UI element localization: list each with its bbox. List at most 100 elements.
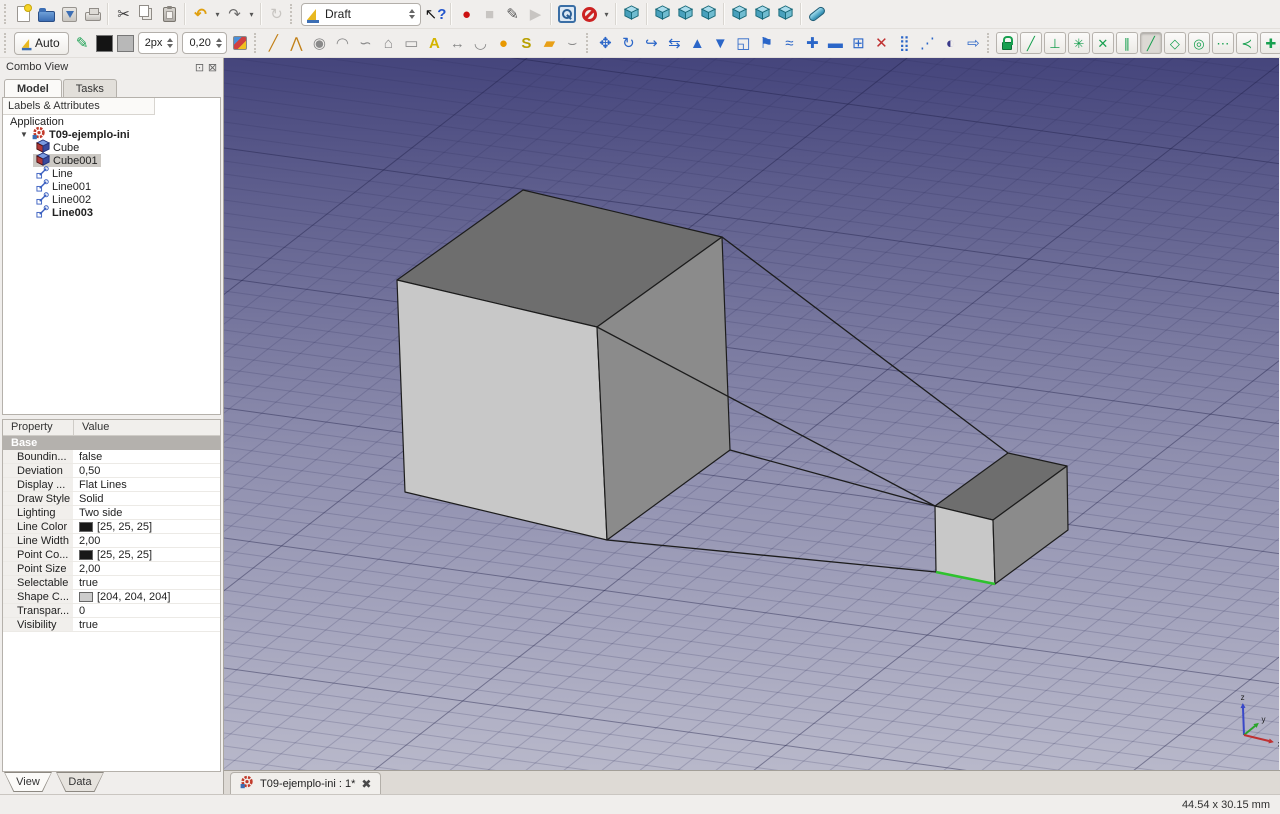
snap-intersection-button[interactable]: ✕ xyxy=(1092,32,1114,54)
draft-move-to-group-button[interactable]: ⇨ xyxy=(962,31,985,55)
macro-record-button[interactable]: ● xyxy=(455,2,478,26)
line-color-swatch[interactable] xyxy=(96,35,113,52)
property-row[interactable]: LightingTwo side xyxy=(3,506,220,520)
draft-dimension-button[interactable]: ↔ xyxy=(446,31,469,55)
3d-viewport[interactable]: zyx xyxy=(224,58,1279,770)
snap-ortho-button[interactable]: ✚ xyxy=(1260,32,1280,54)
property-row[interactable]: Visibilitytrue xyxy=(3,618,220,632)
macro-edit-button[interactable]: ✎ xyxy=(501,2,524,26)
draft-to-sketch-button[interactable]: ⊞ xyxy=(847,31,870,55)
snap-extension-button[interactable]: ⋯ xyxy=(1212,32,1234,54)
draft-array-button[interactable]: ⣿ xyxy=(893,31,916,55)
draft-upgrade-button[interactable]: ▲ xyxy=(686,31,709,55)
draft-offset-button[interactable]: ↪ xyxy=(640,31,663,55)
clip-plane-button[interactable] xyxy=(578,2,601,26)
copy-button[interactable] xyxy=(135,2,158,26)
draft-shapestring-button[interactable]: S xyxy=(515,31,538,55)
toolbar-handle[interactable] xyxy=(4,33,8,53)
toolbar-handle[interactable] xyxy=(586,33,590,53)
draft-line-button[interactable]: ╱ xyxy=(262,31,285,55)
property-group-row[interactable]: Base xyxy=(3,436,220,450)
print-button[interactable] xyxy=(81,2,104,26)
macro-stop-button[interactable]: ■ xyxy=(478,2,501,26)
property-row[interactable]: Line Width2,00 xyxy=(3,534,220,548)
property-row[interactable]: Transpar...0 xyxy=(3,604,220,618)
apply-style-button[interactable] xyxy=(229,31,252,55)
snap-center-button[interactable]: ◎ xyxy=(1188,32,1210,54)
expand-arrow-icon[interactable]: ▼ xyxy=(20,130,29,139)
property-row[interactable]: Point Size2,00 xyxy=(3,562,220,576)
draft-arctools-button[interactable]: ◡ xyxy=(469,31,492,55)
workingplane-auto-button[interactable]: Auto xyxy=(14,32,69,55)
line-width-spin-arrows[interactable] xyxy=(167,38,173,48)
draft-point-button[interactable]: ● xyxy=(492,31,515,55)
draft-wire-to-bspline-button[interactable]: ≈ xyxy=(778,31,801,55)
scale-spin[interactable]: 0,20 xyxy=(182,32,226,54)
draft-circle-button[interactable]: ◉ xyxy=(308,31,331,55)
construction-mode-button[interactable]: ✎ xyxy=(71,31,94,55)
toolbar-handle[interactable] xyxy=(290,4,294,24)
draft-scale-button[interactable]: ◱ xyxy=(732,31,755,55)
save-button[interactable] xyxy=(58,2,81,26)
snap-lock-button[interactable] xyxy=(996,32,1018,54)
toolbar-handle[interactable] xyxy=(4,4,8,24)
snap-perpendicular-button[interactable]: ⊥ xyxy=(1044,32,1066,54)
document-tab-close-icon[interactable]: ✖ xyxy=(361,777,371,791)
paste-button[interactable] xyxy=(158,2,181,26)
snap-midpoint-button[interactable]: ╱ xyxy=(1140,32,1162,54)
snap-angle-button[interactable]: ◇ xyxy=(1164,32,1186,54)
view-bottom-button[interactable] xyxy=(751,2,774,26)
draft-move-button[interactable]: ✥ xyxy=(594,31,617,55)
draft-delete-point-button[interactable]: ▬ xyxy=(824,31,847,55)
draft-downgrade-button[interactable]: ▼ xyxy=(709,31,732,55)
toolbar-handle[interactable] xyxy=(987,33,991,53)
measure-distance-button[interactable] xyxy=(805,2,828,26)
line-width-spin[interactable]: 2px xyxy=(138,32,179,54)
clip-plane-arrow[interactable]: ▾ xyxy=(601,2,612,26)
property-row[interactable]: Boundin...false xyxy=(3,450,220,464)
draft-trimex-button[interactable]: ⇆ xyxy=(663,31,686,55)
redo-button[interactable]: ↷ xyxy=(223,2,246,26)
workbench-selector-arrows[interactable] xyxy=(409,9,415,19)
new-document-button[interactable] xyxy=(12,2,35,26)
tab-data[interactable]: Data xyxy=(54,772,106,792)
property-row[interactable]: Shape C...[204, 204, 204] xyxy=(3,590,220,604)
draft-rotate-button[interactable]: ↻ xyxy=(617,31,640,55)
open-button[interactable] xyxy=(35,2,58,26)
refresh-button[interactable]: ↻ xyxy=(265,2,288,26)
dock-float-icon[interactable]: ⊡ xyxy=(193,61,206,74)
property-row[interactable]: Point Co...[25, 25, 25] xyxy=(3,548,220,562)
view-top-button[interactable] xyxy=(674,2,697,26)
snap-grid-button[interactable]: ✳ xyxy=(1068,32,1090,54)
face-color-swatch[interactable] xyxy=(117,35,134,52)
snap-near-button[interactable]: ≺ xyxy=(1236,32,1258,54)
view-rear-button[interactable] xyxy=(728,2,751,26)
property-row[interactable]: Line Color[25, 25, 25] xyxy=(3,520,220,534)
toolbar-handle[interactable] xyxy=(254,33,258,53)
view-isometric-button[interactable] xyxy=(620,2,643,26)
draft-polygon-button[interactable]: ⌂ xyxy=(377,31,400,55)
macro-play-button[interactable]: ▶ xyxy=(524,2,547,26)
undo-button[interactable]: ↶ xyxy=(189,2,212,26)
document-tab[interactable]: T09-ejemplo-ini : 1* ✖ xyxy=(230,772,381,794)
scale-spin-arrows[interactable] xyxy=(216,38,222,48)
draft-text-button[interactable]: A xyxy=(423,31,446,55)
draft-wire-button[interactable]: ⋀ xyxy=(285,31,308,55)
draft-facebinder-button[interactable]: ▰ xyxy=(538,31,561,55)
draft-rectangle-button[interactable]: ▭ xyxy=(400,31,423,55)
property-row[interactable]: Draw StyleSolid xyxy=(3,492,220,506)
draft-subelement-button[interactable]: ⚑ xyxy=(755,31,778,55)
draft-bezcurve-button[interactable]: ⌣ xyxy=(561,31,584,55)
draft-arc-button[interactable]: ◠ xyxy=(331,31,354,55)
view-front-button[interactable] xyxy=(651,2,674,26)
workbench-selector[interactable]: Draft xyxy=(301,3,421,26)
draft-add-point-button[interactable]: ✚ xyxy=(801,31,824,55)
draft-mirror-button[interactable]: ◐ xyxy=(939,31,962,55)
draft-bspline-button[interactable]: ∽ xyxy=(354,31,377,55)
tab-view[interactable]: View xyxy=(2,772,54,792)
tab-model[interactable]: Model xyxy=(4,79,62,97)
zoom-fit-button[interactable] xyxy=(555,2,578,26)
view-right-button[interactable] xyxy=(697,2,720,26)
tab-tasks[interactable]: Tasks xyxy=(63,79,117,97)
snap-endpoint-button[interactable]: ╱ xyxy=(1020,32,1042,54)
